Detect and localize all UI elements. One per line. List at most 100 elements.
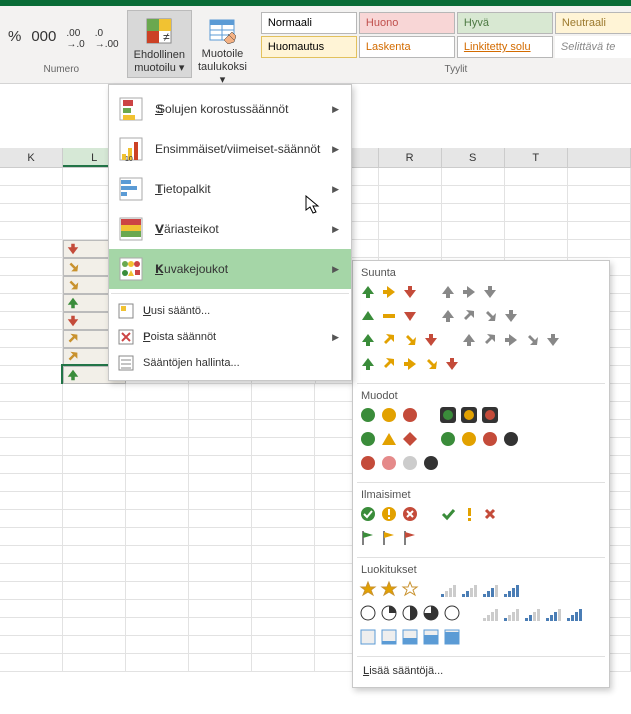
grid-cell[interactable]	[0, 294, 63, 312]
grid-cell[interactable]	[505, 186, 568, 204]
grid-cell[interactable]	[126, 510, 189, 528]
iconset-3symbols-circled[interactable]	[359, 505, 419, 523]
iconset-4trafficlights[interactable]	[439, 430, 520, 448]
grid-cell[interactable]	[505, 240, 568, 258]
grid-cell[interactable]	[63, 564, 126, 582]
grid-cell[interactable]	[252, 474, 315, 492]
grid-cell[interactable]	[63, 420, 126, 438]
grid-cell[interactable]	[189, 438, 252, 456]
grid-cell[interactable]	[126, 528, 189, 546]
iconset-5boxes[interactable]	[359, 628, 461, 646]
grid-cell[interactable]	[126, 384, 189, 402]
grid-cell[interactable]	[126, 618, 189, 636]
grid-cell[interactable]	[442, 186, 505, 204]
style-good[interactable]: Hyvä	[457, 12, 553, 34]
grid-cell[interactable]	[0, 384, 63, 402]
grid-cell[interactable]	[252, 582, 315, 600]
grid-cell[interactable]	[189, 402, 252, 420]
increase-decimal-icon[interactable]: .00→.0	[66, 28, 84, 50]
grid-cell[interactable]	[63, 600, 126, 618]
grid-cell[interactable]	[252, 546, 315, 564]
col-S[interactable]: S	[442, 148, 505, 167]
grid-cell[interactable]	[126, 636, 189, 654]
grid-cell[interactable]	[379, 168, 442, 186]
grid-cell[interactable]	[63, 618, 126, 636]
grid-cell[interactable]	[189, 564, 252, 582]
grid-cell[interactable]	[189, 600, 252, 618]
style-bad[interactable]: Huono	[359, 12, 455, 34]
grid-cell[interactable]	[442, 168, 505, 186]
menu-clear-rules[interactable]: PPoista säännöt ▶	[109, 324, 351, 350]
grid-cell[interactable]	[568, 222, 631, 240]
grid-cell[interactable]	[63, 384, 126, 402]
percent-icon[interactable]: %	[8, 28, 21, 50]
grid-cell[interactable]	[189, 546, 252, 564]
grid-cell[interactable]	[252, 456, 315, 474]
grid-cell[interactable]	[0, 600, 63, 618]
grid-cell[interactable]	[505, 168, 568, 186]
grid-cell[interactable]	[252, 384, 315, 402]
grid-cell[interactable]	[189, 528, 252, 546]
grid-cell[interactable]	[126, 438, 189, 456]
grid-cell[interactable]	[442, 222, 505, 240]
grid-cell[interactable]	[126, 402, 189, 420]
grid-cell[interactable]	[252, 564, 315, 582]
iconset-4red-to-black[interactable]	[359, 454, 440, 472]
grid-cell[interactable]	[63, 402, 126, 420]
grid-cell[interactable]	[379, 240, 442, 258]
grid-cell[interactable]	[189, 420, 252, 438]
style-explanatory[interactable]: Selittävä te	[555, 36, 631, 58]
grid-cell[interactable]	[0, 204, 63, 222]
grid-cell[interactable]	[252, 528, 315, 546]
grid-cell[interactable]	[189, 384, 252, 402]
grid-cell[interactable]	[189, 456, 252, 474]
grid-cell[interactable]	[189, 510, 252, 528]
iconset-3signs[interactable]	[359, 430, 419, 448]
iconset-5quarters[interactable]	[359, 604, 461, 622]
grid-cell[interactable]	[379, 222, 442, 240]
menu-highlight-rules[interactable]: SSolujen korostussäännöt ▶	[109, 89, 351, 129]
grid-cell[interactable]	[379, 204, 442, 222]
col-K[interactable]: K	[0, 148, 63, 167]
grid-cell[interactable]	[0, 420, 63, 438]
grid-cell[interactable]	[189, 582, 252, 600]
menu-top-bottom-rules[interactable]: 10 Ensimmäiset/viimeiset-säännöt ▶	[109, 129, 351, 169]
grid-cell[interactable]	[442, 240, 505, 258]
grid-cell[interactable]	[126, 456, 189, 474]
grid-cell[interactable]	[189, 474, 252, 492]
grid-cell[interactable]	[0, 168, 63, 186]
style-neutral[interactable]: Neutraali	[555, 12, 631, 34]
iconset-5arrows-gray[interactable]	[460, 331, 562, 349]
iconset-5ratings[interactable]	[481, 604, 583, 622]
grid-cell[interactable]	[63, 438, 126, 456]
grid-cell[interactable]	[252, 654, 315, 672]
grid-cell[interactable]	[442, 204, 505, 222]
grid-cell[interactable]	[63, 546, 126, 564]
style-note[interactable]: Huomautus	[261, 36, 357, 58]
grid-cell[interactable]	[126, 564, 189, 582]
grid-cell[interactable]	[252, 618, 315, 636]
grid-cell[interactable]	[126, 546, 189, 564]
grid-cell[interactable]	[63, 636, 126, 654]
menu-icon-sets[interactable]: KKuvakejoukot ▶	[109, 249, 351, 289]
grid-cell[interactable]	[0, 636, 63, 654]
grid-cell[interactable]	[189, 636, 252, 654]
col-T[interactable]: T	[505, 148, 568, 167]
style-normal[interactable]: Normaali	[261, 12, 357, 34]
grid-cell[interactable]	[126, 420, 189, 438]
grid-cell[interactable]	[568, 240, 631, 258]
grid-cell[interactable]	[63, 510, 126, 528]
conditional-formatting-button[interactable]: ≠ Ehdollinen muotoilu ▾	[127, 10, 192, 78]
grid-cell[interactable]	[505, 204, 568, 222]
grid-cell[interactable]	[189, 618, 252, 636]
iconset-3flags[interactable]	[359, 529, 419, 547]
grid-cell[interactable]	[0, 510, 63, 528]
grid-cell[interactable]	[189, 654, 252, 672]
grid-cell[interactable]	[189, 492, 252, 510]
col-blank[interactable]	[568, 148, 631, 167]
grid-cell[interactable]	[252, 636, 315, 654]
grid-cell[interactable]	[126, 474, 189, 492]
iconset-3triangles[interactable]	[359, 307, 419, 325]
format-as-table-button[interactable]: Muotoile taulukoksi ▾	[192, 10, 253, 90]
grid-cell[interactable]	[63, 654, 126, 672]
